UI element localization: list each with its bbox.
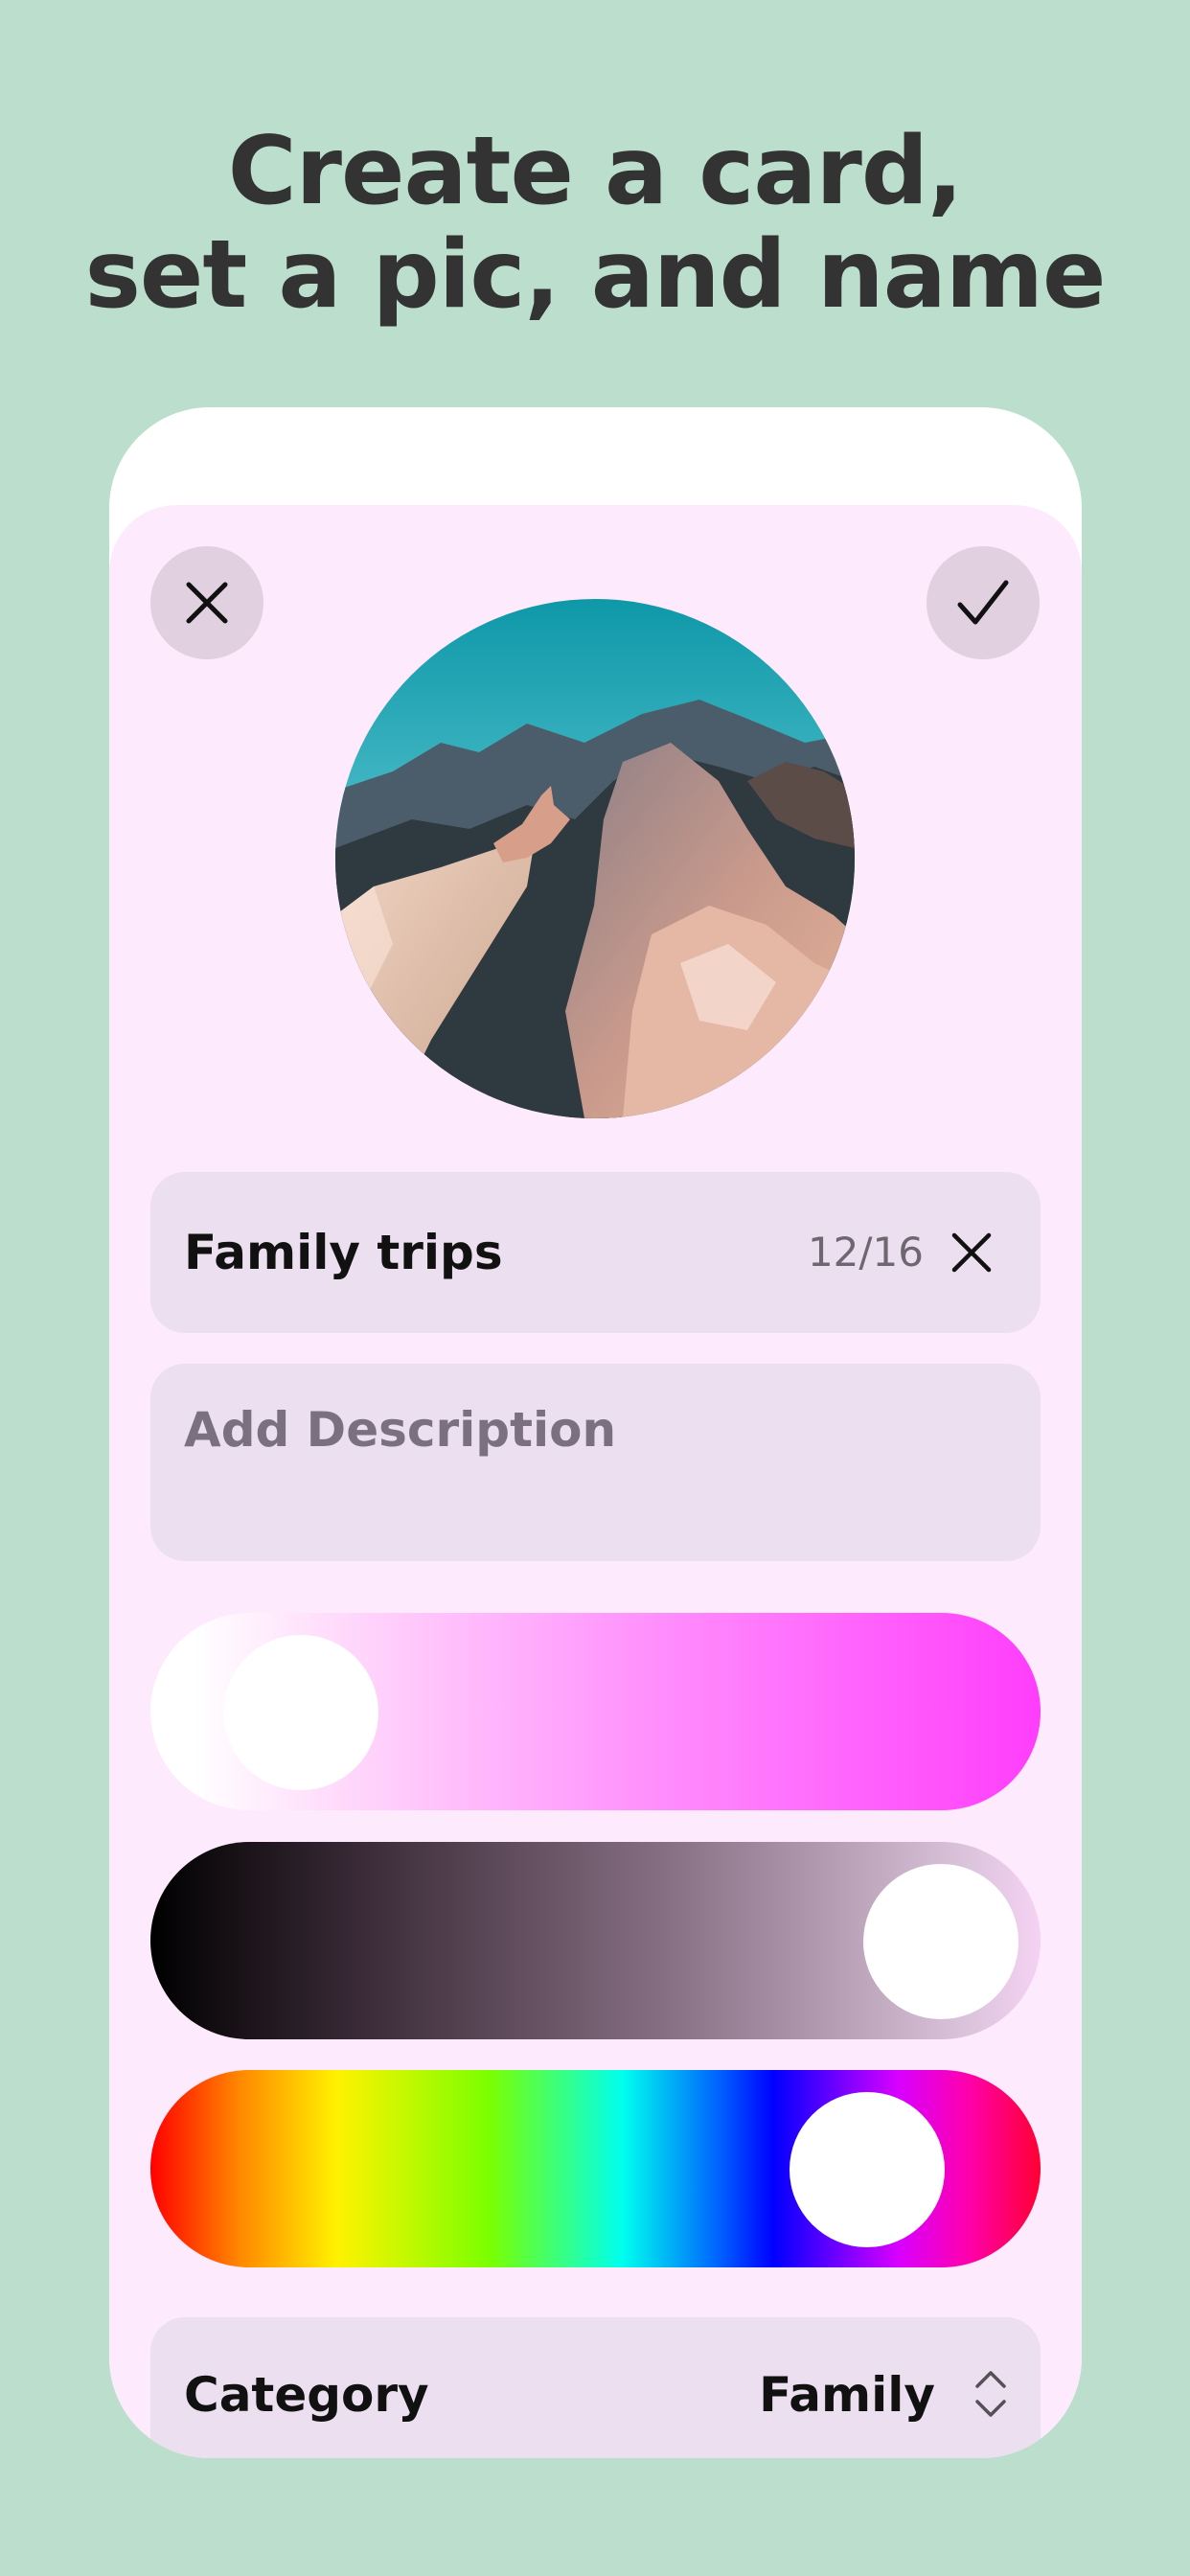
close-icon — [186, 582, 228, 624]
description-field[interactable]: Add Description — [150, 1364, 1041, 1561]
headline: Create a card, set a pic, and name — [0, 120, 1190, 327]
category-label: Category — [184, 2367, 429, 2423]
confirm-button[interactable] — [927, 546, 1040, 659]
checkmark-icon — [957, 580, 1009, 625]
phone-frame: Family trips 12/16 Add Description Categ… — [109, 407, 1082, 2458]
category-picker[interactable]: Category Family — [150, 2317, 1041, 2458]
saturation-slider-knob[interactable] — [223, 1635, 378, 1790]
close-icon[interactable] — [950, 1231, 993, 1274]
hue-slider[interactable] — [150, 2070, 1041, 2267]
card-name-field[interactable]: Family trips 12/16 — [150, 1172, 1041, 1333]
close-button[interactable] — [150, 546, 263, 659]
card-picture[interactable] — [335, 599, 855, 1118]
card-editor-sheet: Family trips 12/16 Add Description Categ… — [109, 505, 1082, 2458]
headline-line-2: set a pic, and name — [84, 220, 1107, 330]
character-counter: 12/16 — [807, 1229, 924, 1276]
chevron-up-down-icon[interactable] — [972, 2363, 1010, 2425]
saturation-slider[interactable] — [150, 1613, 1041, 1810]
category-value[interactable]: Family — [759, 2367, 935, 2423]
brightness-slider[interactable] — [150, 1842, 1041, 2039]
card-name-value[interactable]: Family trips — [184, 1172, 503, 1333]
hue-slider-knob[interactable] — [790, 2092, 945, 2247]
headline-line-1: Create a card, — [227, 117, 963, 226]
brightness-slider-knob[interactable] — [863, 1864, 1018, 2019]
mountain-photo — [335, 599, 855, 1118]
description-placeholder[interactable]: Add Description — [184, 1402, 616, 1458]
